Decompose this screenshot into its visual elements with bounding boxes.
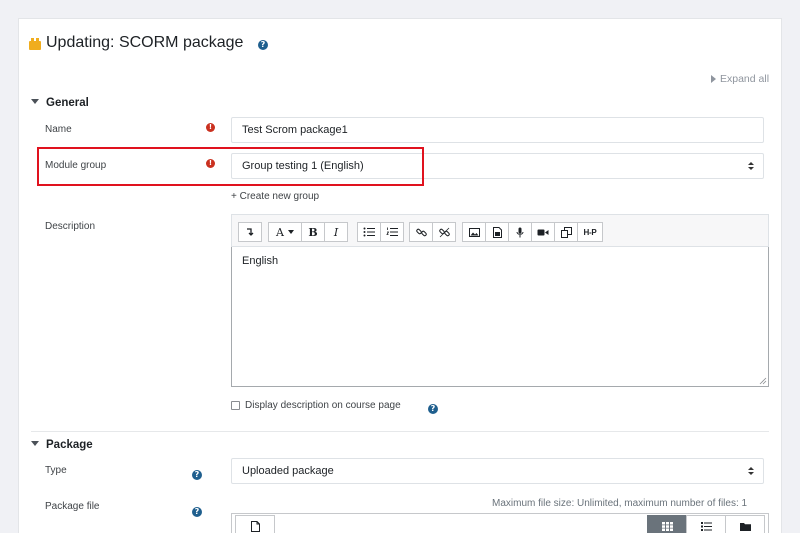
section-general-toggle[interactable]: General — [31, 97, 89, 109]
link-button[interactable] — [409, 222, 433, 242]
record-video-button[interactable] — [531, 222, 555, 242]
microphone-icon — [516, 227, 524, 237]
insert-image-button[interactable] — [462, 222, 486, 242]
help-icon[interactable]: ? — [428, 404, 438, 414]
collapse-triangle-icon — [31, 99, 39, 104]
show-more-buttons[interactable] — [238, 222, 262, 242]
media-file-icon — [492, 226, 502, 238]
editor-toolbar: A B I H-P — [231, 214, 769, 247]
highlight-box — [37, 147, 424, 186]
section-package-toggle[interactable]: Package — [31, 439, 93, 451]
display-description-checkbox[interactable] — [231, 401, 240, 410]
resize-handle-icon[interactable] — [759, 377, 767, 385]
file-icon — [250, 520, 260, 532]
type-value: Uploaded package — [242, 465, 334, 477]
bold-button[interactable]: B — [301, 222, 325, 242]
ordered-list-button[interactable] — [380, 222, 404, 242]
folder-icon — [739, 522, 751, 531]
arrow-down-icon — [247, 228, 254, 236]
required-icon: ! — [206, 123, 215, 132]
package-file-label: Package file — [45, 501, 100, 512]
display-description-label: Display description on course page — [245, 400, 401, 411]
expand-all-link[interactable]: Expand all — [711, 73, 769, 85]
help-icon[interactable]: ? — [258, 40, 268, 50]
select-arrows-icon — [748, 467, 754, 476]
name-input[interactable]: Test Scrom package1 — [231, 117, 764, 143]
name-label: Name — [45, 124, 72, 135]
list-icon — [700, 521, 712, 531]
list-view-button[interactable] — [686, 515, 726, 533]
type-label: Type — [45, 465, 67, 476]
description-editor[interactable]: English — [231, 247, 769, 387]
image-icon — [468, 227, 480, 237]
page-title: Updating: SCORM package — [46, 34, 244, 51]
grid-icon — [661, 521, 673, 531]
section-divider — [31, 431, 769, 432]
collapse-triangle-icon — [31, 441, 39, 446]
bullet-list-icon — [363, 227, 375, 237]
unlink-button[interactable] — [432, 222, 456, 242]
insert-media-button[interactable] — [485, 222, 509, 242]
section-package-title: Package — [46, 439, 93, 451]
insert-h5p-button[interactable]: H-P — [577, 222, 603, 242]
description-label: Description — [45, 221, 96, 232]
help-icon[interactable]: ? — [192, 507, 202, 517]
type-select[interactable]: Uploaded package — [231, 458, 764, 484]
italic-button[interactable]: I — [324, 222, 348, 242]
record-audio-button[interactable] — [508, 222, 532, 242]
icon-view-button[interactable] — [647, 515, 687, 533]
create-new-group-link[interactable]: + Create new group — [231, 191, 319, 202]
tree-view-button[interactable] — [725, 515, 765, 533]
add-file-button[interactable] — [235, 515, 275, 533]
description-text: English — [242, 255, 279, 267]
font-icon: A — [276, 225, 284, 239]
scorm-package-icon — [29, 38, 41, 50]
numbered-list-icon — [386, 227, 398, 236]
manage-files-button[interactable] — [554, 222, 578, 242]
font-style-dropdown[interactable]: A — [268, 222, 302, 242]
section-general-title: General — [46, 97, 89, 109]
max-file-size-info: Maximum file size: Unlimited, maximum nu… — [492, 498, 748, 509]
caret-down-icon — [287, 230, 294, 234]
expand-triangle-icon — [711, 74, 716, 83]
expand-all-label: Expand all — [720, 73, 770, 85]
display-description-row: Display description on course page — [231, 400, 401, 411]
link-icon — [415, 228, 427, 236]
unordered-list-button[interactable] — [357, 222, 381, 242]
help-icon[interactable]: ? — [192, 470, 202, 480]
video-camera-icon — [537, 229, 549, 235]
copy-files-icon — [560, 226, 572, 238]
unlink-icon — [438, 227, 450, 237]
select-arrows-icon — [748, 162, 754, 171]
